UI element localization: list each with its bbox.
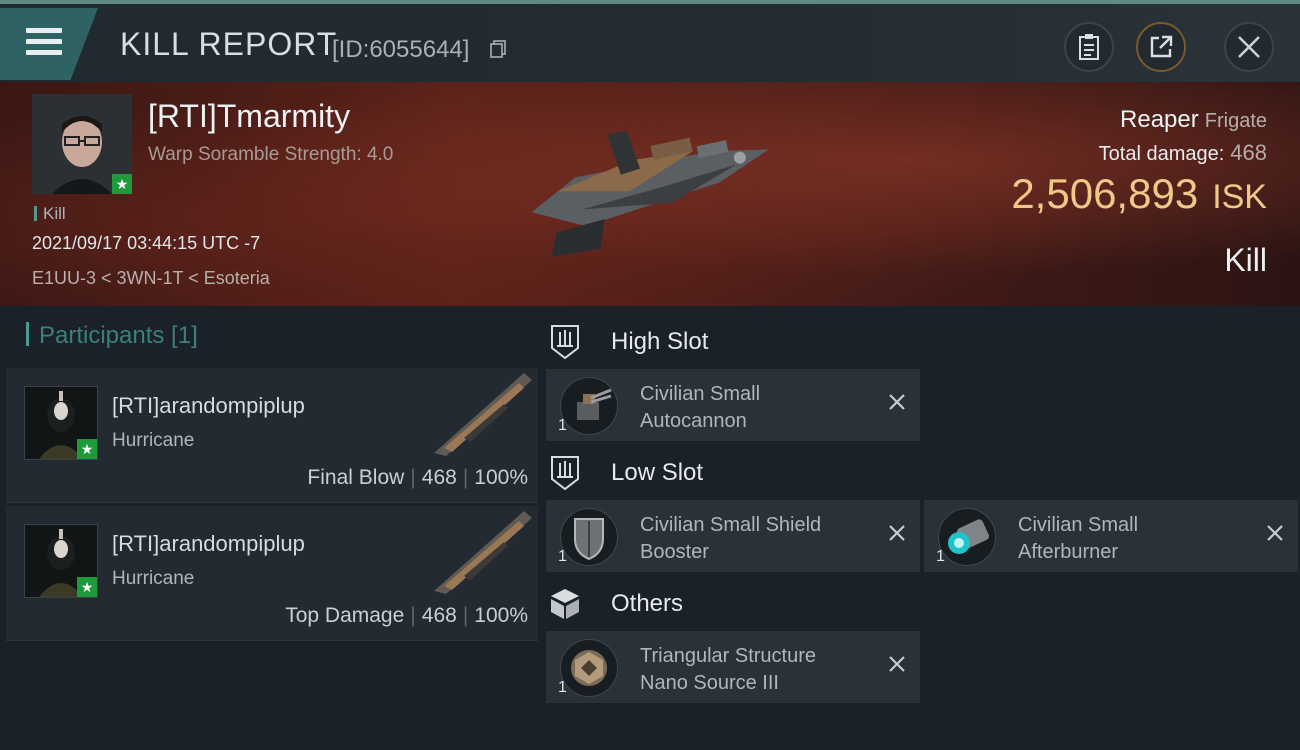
- module-item[interactable]: 1 Triangular Structure Nano Source III: [546, 631, 920, 703]
- top-bar: KILL REPORT [ID:6055644]: [0, 0, 1300, 82]
- participant-avatar: ★: [24, 386, 98, 460]
- kill-summary-banner: ★ [RTI]Tmarmity Warp Soramble Strength: …: [0, 82, 1300, 306]
- participant-avatar: ★: [24, 524, 98, 598]
- module-name: Civilian Small Shield Booster: [640, 514, 822, 563]
- ship-name: Reaper: [1120, 106, 1199, 133]
- total-damage-value: 468: [1230, 140, 1267, 165]
- afterburner-icon: [938, 508, 996, 566]
- participant-stats: Final Blow | 468 | 100%: [307, 466, 528, 489]
- victim-ship[interactable]: Reaper Frigate: [1120, 106, 1267, 134]
- shield-booster-icon: [560, 508, 618, 566]
- participant-percent: 100%: [474, 466, 528, 489]
- close-icon[interactable]: [886, 391, 908, 413]
- participant-card[interactable]: ★ [RTI]arandompiplup Hurricane Top Damag…: [6, 506, 538, 641]
- kill-location[interactable]: E1UU-3 < 3WN-1T < Esoteria: [32, 268, 270, 289]
- close-icon[interactable]: [886, 522, 908, 544]
- others-label: Others: [611, 590, 684, 617]
- participant-damage: 468: [421, 466, 457, 489]
- isk-value: 2,506,893 ISK: [1011, 170, 1267, 218]
- menu-button[interactable]: [0, 8, 98, 80]
- module-item[interactable]: 1 Civilian Small Autocannon: [546, 369, 920, 441]
- module-quantity: 1: [558, 417, 567, 434]
- clipboard-button[interactable]: [1064, 22, 1114, 72]
- participant-card[interactable]: ★ [RTI]arandompiplup Hurricane Final Blo…: [6, 368, 538, 503]
- module-quantity: 1: [936, 548, 945, 565]
- high-slot-label: High Slot: [611, 328, 709, 355]
- close-icon: [1238, 36, 1260, 58]
- victim-subtitle: Warp Soramble Strength: 4.0: [148, 144, 394, 165]
- participant-ship-image: [434, 511, 532, 594]
- participant-name: [RTI]arandompiplup: [112, 393, 305, 418]
- kill-datetime: 2021/09/17 03:44:15 UTC -7: [32, 233, 261, 253]
- participant-ship: Hurricane: [112, 430, 195, 451]
- total-damage-label: Total damage:: [1098, 143, 1225, 165]
- module-quantity: 1: [558, 679, 567, 696]
- module-name: Civilian Small Afterburner: [1018, 514, 1139, 563]
- participant-ship-image: [434, 373, 532, 456]
- isk-amount: 2,506,893: [1011, 170, 1199, 217]
- isk-unit: ISK: [1212, 178, 1267, 216]
- close-button[interactable]: [1224, 22, 1274, 72]
- participants-header: Participants [1]: [26, 322, 198, 350]
- kill-result: Kill: [1224, 242, 1267, 278]
- participant-percent: 100%: [474, 604, 528, 627]
- participant-role: Final Blow: [307, 466, 405, 489]
- victim-name[interactable]: [RTI]Tmarmity: [148, 98, 350, 135]
- module-item[interactable]: 1 Civilian Small Shield Booster: [546, 500, 920, 572]
- module-name: Triangular Structure Nano Source III: [640, 645, 816, 694]
- module-name: Civilian Small Autocannon: [640, 383, 761, 432]
- standing-badge-icon: ★: [77, 577, 97, 597]
- standing-badge-icon: ★: [77, 439, 97, 459]
- others-header: Others: [548, 582, 683, 626]
- module-item[interactable]: 1 Civilian Small Afterburner: [924, 500, 1298, 572]
- clipboard-icon: [1079, 34, 1099, 60]
- high-slot-header: High Slot: [548, 320, 708, 364]
- kill-tag: Kill: [34, 204, 66, 224]
- ship-class: Frigate: [1204, 110, 1267, 132]
- victim-ship-image: [531, 130, 769, 257]
- report-id: [ID:6055644]: [332, 36, 470, 63]
- participant-role: Top Damage: [285, 604, 405, 627]
- low-slot-label: Low Slot: [611, 459, 704, 486]
- participant-stats: Top Damage | 468 | 100%: [285, 604, 528, 627]
- page-title: KILL REPORT: [120, 26, 338, 62]
- copy-icon[interactable]: [490, 40, 506, 58]
- victim-portrait[interactable]: ★: [32, 94, 132, 194]
- share-icon: [1150, 35, 1173, 58]
- hamburger-icon: [26, 28, 62, 61]
- participant-ship: Hurricane: [112, 568, 195, 589]
- nano-structure-icon: [560, 639, 618, 697]
- total-damage: Total damage: 468: [1099, 140, 1267, 166]
- participant-name: [RTI]arandompiplup: [112, 531, 305, 556]
- cube-icon: [548, 586, 582, 622]
- close-icon[interactable]: [1264, 522, 1286, 544]
- module-quantity: 1: [558, 548, 567, 565]
- share-button[interactable]: [1136, 22, 1186, 72]
- participant-damage: 468: [421, 604, 457, 627]
- high-slot-icon: [548, 324, 582, 360]
- autocannon-icon: [560, 377, 618, 435]
- low-slot-header: Low Slot: [548, 451, 703, 495]
- standing-badge-icon: ★: [112, 174, 132, 194]
- low-slot-icon: [548, 455, 582, 491]
- close-icon[interactable]: [886, 653, 908, 675]
